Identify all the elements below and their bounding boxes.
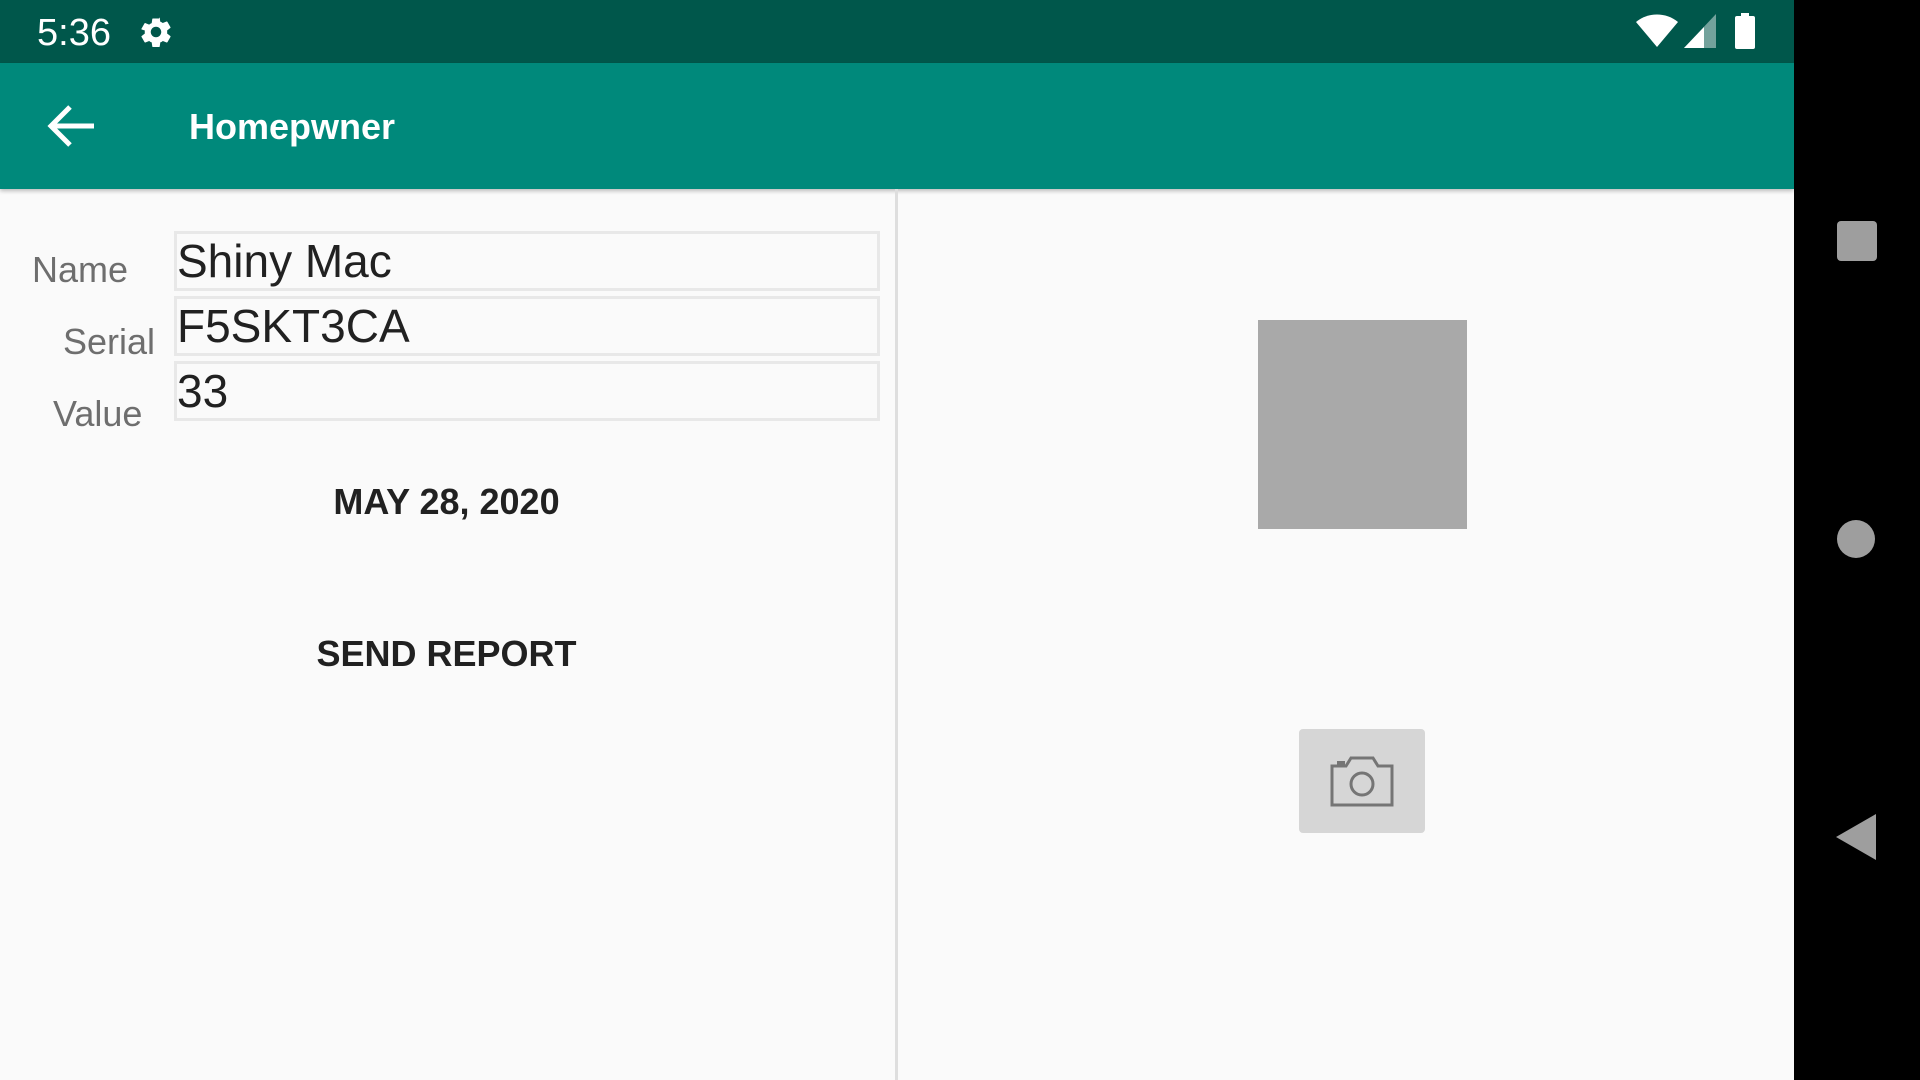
status-time: 5:36 [37, 12, 111, 54]
serial-label: Serial [63, 321, 156, 362]
wifi-icon [1636, 14, 1678, 47]
item-photo [1258, 320, 1467, 529]
back-triangle-icon[interactable] [1836, 814, 1876, 860]
value-field[interactable]: 33 [174, 361, 880, 421]
status-bar: 5:36 [0, 0, 1794, 63]
app-title: Homepwner [189, 106, 396, 147]
value-label: Value [53, 393, 143, 434]
item-detail-form: Name Shiny Mac Serial F5SKT3CA Value 33 … [0, 189, 895, 1080]
send-report-button[interactable]: SEND REPORT [174, 633, 719, 675]
recents-square-icon[interactable] [1837, 221, 1877, 261]
app-bar: Homepwner [0, 63, 1794, 189]
date-button[interactable]: MAY 28, 2020 [174, 481, 719, 523]
arrow-back-icon[interactable] [44, 101, 98, 151]
camera-icon [1330, 756, 1394, 807]
navigation-bar [1794, 0, 1920, 1080]
serial-field[interactable]: F5SKT3CA [174, 296, 880, 356]
name-label: Name [32, 249, 129, 290]
name-field[interactable]: Shiny Mac [174, 231, 880, 291]
cell-signal-icon [1684, 14, 1716, 48]
gear-icon [141, 17, 171, 48]
camera-button[interactable] [1299, 729, 1425, 833]
home-circle-icon[interactable] [1837, 520, 1875, 558]
photo-pane [898, 189, 1794, 1080]
battery-icon [1735, 13, 1755, 49]
